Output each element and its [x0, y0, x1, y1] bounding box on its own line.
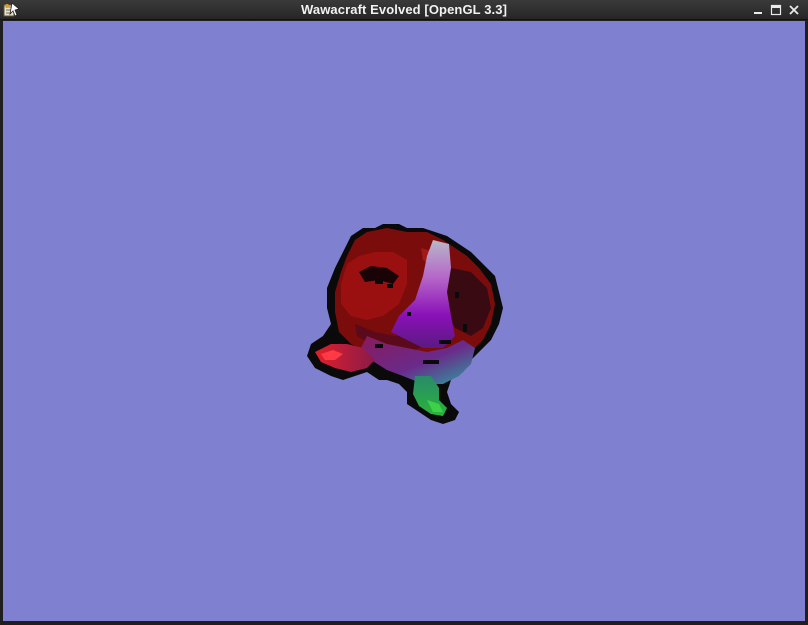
close-icon [789, 5, 799, 15]
close-button[interactable] [787, 3, 801, 17]
maximize-button[interactable] [769, 3, 783, 17]
title-bar[interactable]: Wawacraft Evolved [OpenGL 3.3] [0, 0, 808, 20]
voxel-creature [307, 224, 503, 424]
window-title: Wawacraft Evolved [OpenGL 3.3] [301, 2, 507, 17]
maximize-icon [770, 4, 782, 16]
opengl-viewport[interactable] [3, 21, 805, 621]
minimize-icon [754, 12, 762, 14]
minimize-button[interactable] [751, 3, 765, 17]
application-window: Wawacraft Evolved [OpenGL 3.3] [0, 0, 808, 625]
